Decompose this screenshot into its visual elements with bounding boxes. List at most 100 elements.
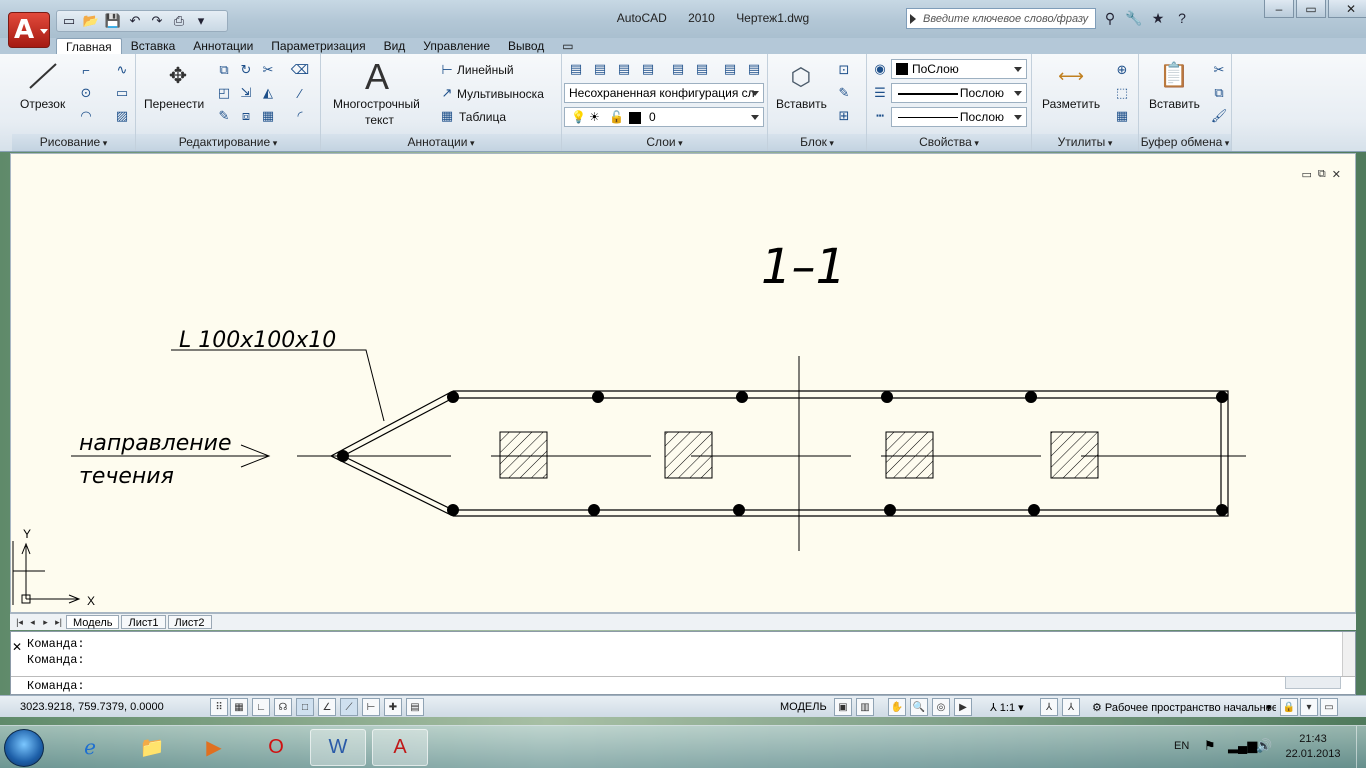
rotate-icon[interactable]: ↻: [236, 60, 256, 80]
mirror-icon[interactable]: ◭: [258, 83, 278, 103]
multileader-icon[interactable]: ↗: [437, 83, 457, 103]
fillet-icon[interactable]: ◰: [214, 83, 234, 103]
panel-clipboard-title[interactable]: Буфер обмена: [1139, 134, 1231, 151]
chamfer-icon[interactable]: ◜: [290, 106, 310, 126]
show-desktop-button[interactable]: [1356, 726, 1366, 768]
layer-dropdown[interactable]: 💡 ☀ 🔓 0: [564, 107, 764, 127]
pan-icon[interactable]: ✋: [888, 698, 906, 716]
expand-search-icon[interactable]: [910, 14, 916, 24]
workspace-dropdown-icon[interactable]: ▾: [1266, 701, 1272, 714]
select-all-icon[interactable]: ⬚: [1112, 83, 1132, 103]
opera-icon[interactable]: O: [248, 729, 304, 766]
tab-model[interactable]: Модель: [66, 615, 120, 629]
copy-clip-icon[interactable]: ⧉: [1209, 83, 1229, 103]
internet-explorer-icon[interactable]: ℯ: [62, 729, 118, 766]
statusbar-menu-icon[interactable]: ▾: [1300, 698, 1318, 716]
dynamic-input-icon[interactable]: ⊢: [362, 698, 380, 716]
linetype-icon[interactable]: ┅: [870, 106, 890, 126]
clean-screen-icon[interactable]: ▭: [1320, 698, 1338, 716]
close-command-icon[interactable]: ✕: [12, 640, 22, 654]
move-label[interactable]: Перенести: [144, 97, 204, 111]
file-explorer-icon[interactable]: 📁: [124, 729, 180, 766]
line-tool-icon[interactable]: [26, 60, 62, 92]
circle-icon[interactable]: ⊙: [76, 83, 96, 103]
trim-icon[interactable]: ✂: [258, 60, 278, 80]
edit-block-icon[interactable]: ✎: [834, 83, 854, 103]
language-indicator[interactable]: EN: [1174, 740, 1189, 752]
layer-freeze-icon[interactable]: ▤: [720, 59, 740, 79]
multileader-label[interactable]: Мультивыноска: [457, 87, 544, 101]
insert-block-icon[interactable]: ⬡: [786, 62, 816, 92]
tab-layout2[interactable]: Лист2: [167, 615, 212, 629]
move-icon[interactable]: ✥: [164, 62, 192, 90]
mtext-label-1[interactable]: Многострочный: [333, 97, 420, 111]
toolbar-lock-icon[interactable]: 🔒: [1280, 698, 1298, 716]
tab-output[interactable]: Вывод: [499, 38, 553, 54]
quick-properties-icon[interactable]: ▤: [406, 698, 424, 716]
command-prompt-input[interactable]: Команда:: [27, 679, 85, 693]
panel-modify-title[interactable]: Редактирование: [136, 134, 320, 151]
ortho-mode-icon[interactable]: ∟: [252, 698, 270, 716]
volume-icon[interactable]: 🔊: [1256, 738, 1272, 754]
table-icon[interactable]: ▦: [437, 106, 457, 126]
drawing-area[interactable]: ▭ ⧉ ✕ 1–1 L 100x100x10 направление течен…: [10, 153, 1356, 613]
tab-home[interactable]: Главная: [56, 38, 122, 54]
layer-state-dropdown[interactable]: Несохраненная конфигурация сл: [564, 83, 764, 103]
annotation-scale[interactable]: ⅄ 1:1 ▾: [990, 701, 1024, 714]
dimension-icon[interactable]: ⊢: [437, 60, 457, 80]
quick-view-drawings-icon[interactable]: ▥: [856, 698, 874, 716]
layout-view-icon[interactable]: ▣: [834, 698, 852, 716]
zoom-icon[interactable]: 🔍: [910, 698, 928, 716]
polyline-icon[interactable]: ⌐: [76, 60, 96, 80]
paste-icon[interactable]: 📋: [1159, 60, 1189, 90]
showmotion-icon[interactable]: ▶: [954, 698, 972, 716]
last-layout-icon[interactable]: ▸|: [53, 616, 64, 628]
match-properties-icon[interactable]: ◉: [870, 59, 890, 79]
command-scrollbar[interactable]: [1342, 632, 1355, 676]
star-icon[interactable]: ★: [1148, 8, 1168, 28]
mtext-icon[interactable]: A: [365, 56, 389, 98]
table-label[interactable]: Таблица: [459, 110, 506, 124]
rectangle-icon[interactable]: ▭: [112, 83, 132, 103]
lineweight-icon[interactable]: ☰: [870, 83, 890, 103]
paste-label[interactable]: Вставить: [1149, 97, 1200, 111]
layer-properties-icon[interactable]: ▤: [566, 59, 586, 79]
create-block-icon[interactable]: ⊡: [834, 60, 854, 80]
panel-utilities-title[interactable]: Утилиты: [1032, 134, 1138, 151]
panel-annotation-title[interactable]: Аннотации: [321, 134, 561, 151]
linetype-dropdown[interactable]: Послою: [891, 83, 1027, 103]
offset-icon[interactable]: ⧈: [236, 106, 256, 126]
panel-draw-title[interactable]: Рисование: [12, 134, 135, 151]
mtext-label-2[interactable]: текст: [365, 113, 394, 127]
layer-previous-icon[interactable]: ▤: [638, 59, 658, 79]
word-icon[interactable]: W: [310, 729, 366, 766]
layer-states-icon[interactable]: ▤: [590, 59, 610, 79]
object-snap-icon[interactable]: □: [296, 698, 314, 716]
dynamic-ucs-icon[interactable]: ⟋: [340, 698, 358, 716]
erase-icon[interactable]: ⌫: [290, 60, 310, 80]
panel-layers-title[interactable]: Слои: [562, 134, 767, 151]
line-tool-label[interactable]: Отрезок: [20, 97, 65, 111]
spline-icon[interactable]: ∿: [112, 60, 132, 80]
restore-button[interactable]: ▭: [1296, 0, 1326, 18]
annotation-visibility-icon[interactable]: ⅄: [1040, 698, 1058, 716]
coordinates-readout[interactable]: 3023.9218, 759.7379, 0.0000: [20, 701, 164, 713]
close-button[interactable]: ✕: [1328, 0, 1366, 18]
panel-block-title[interactable]: Блок: [768, 134, 866, 151]
explode-icon[interactable]: ⁄: [290, 83, 310, 103]
snap-mode-icon[interactable]: ⠿: [210, 698, 228, 716]
search-input[interactable]: Введите ключевое слово/фразу: [906, 8, 1096, 29]
media-player-icon[interactable]: ▶: [186, 729, 242, 766]
tab-parametric[interactable]: Параметризация: [262, 38, 374, 54]
tab-manage[interactable]: Управление: [414, 38, 499, 54]
lineweight-toggle-icon[interactable]: ✚: [384, 698, 402, 716]
application-menu-button[interactable]: A: [8, 12, 50, 48]
polar-tracking-icon[interactable]: ☊: [274, 698, 292, 716]
edit-attributes-icon[interactable]: ⊞: [834, 106, 854, 126]
next-layout-icon[interactable]: ▸: [40, 616, 51, 628]
prev-layout-icon[interactable]: ◂: [27, 616, 38, 628]
arc-icon[interactable]: ◠: [76, 106, 96, 126]
tab-view[interactable]: Вид: [375, 38, 415, 54]
measure-icon[interactable]: ⟷: [1056, 64, 1086, 88]
quick-select-icon[interactable]: ⊕: [1112, 60, 1132, 80]
